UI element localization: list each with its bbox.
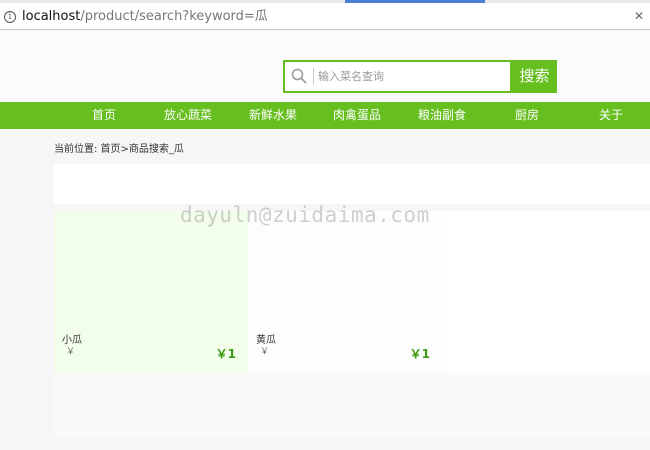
nav-item-kitchen[interactable]: 厨房 — [505, 102, 549, 129]
address-bar[interactable]: i localhost/product/search?keyword=瓜 ✕ — [0, 3, 650, 30]
close-icon[interactable]: ✕ — [634, 10, 644, 22]
search-input[interactable] — [318, 66, 508, 87]
nav-item-grain-oil[interactable]: 粮油副食 — [412, 102, 472, 129]
site-header: 搜索 — [0, 31, 650, 102]
product-original-price: ￥ — [66, 347, 76, 357]
product-grid: 小瓜 ￥ ￥1 黄瓜 ￥ ￥1 — [54, 211, 650, 438]
url-host: localhost — [22, 9, 81, 24]
nav-item-meat-eggs[interactable]: 肉禽蛋品 — [327, 102, 387, 129]
product-card[interactable]: 小瓜 ￥ ￥1 — [54, 211, 248, 373]
search-button[interactable]: 搜索 — [512, 60, 557, 93]
breadcrumb: 当前位置: 首页>商品搜索_瓜 — [54, 144, 184, 155]
nav-item-fruits[interactable]: 新鲜水果 — [243, 102, 303, 129]
product-price: ￥1 — [409, 347, 430, 361]
filter-panel — [54, 164, 650, 204]
info-icon[interactable]: i — [4, 11, 16, 23]
url-text[interactable]: localhost/product/search?keyword=瓜 — [22, 9, 268, 25]
product-price: ￥1 — [215, 347, 236, 361]
product-original-price: ￥ — [260, 347, 270, 357]
pagination-area — [54, 373, 650, 438]
search-divider — [313, 68, 314, 85]
search-icon — [291, 68, 307, 84]
nav-item-about[interactable]: 关于 — [589, 102, 633, 129]
search-box — [283, 60, 512, 93]
nav-item-vegetables[interactable]: 放心蔬菜 — [158, 102, 218, 129]
product-card[interactable]: 黄瓜 ￥ ￥1 — [248, 211, 442, 373]
url-path: /product/search?keyword=瓜 — [80, 9, 268, 24]
main-nav: 首页 放心蔬菜 新鲜水果 肉禽蛋品 粮油副食 厨房 关于 — [0, 102, 650, 129]
nav-item-home[interactable]: 首页 — [78, 102, 130, 129]
